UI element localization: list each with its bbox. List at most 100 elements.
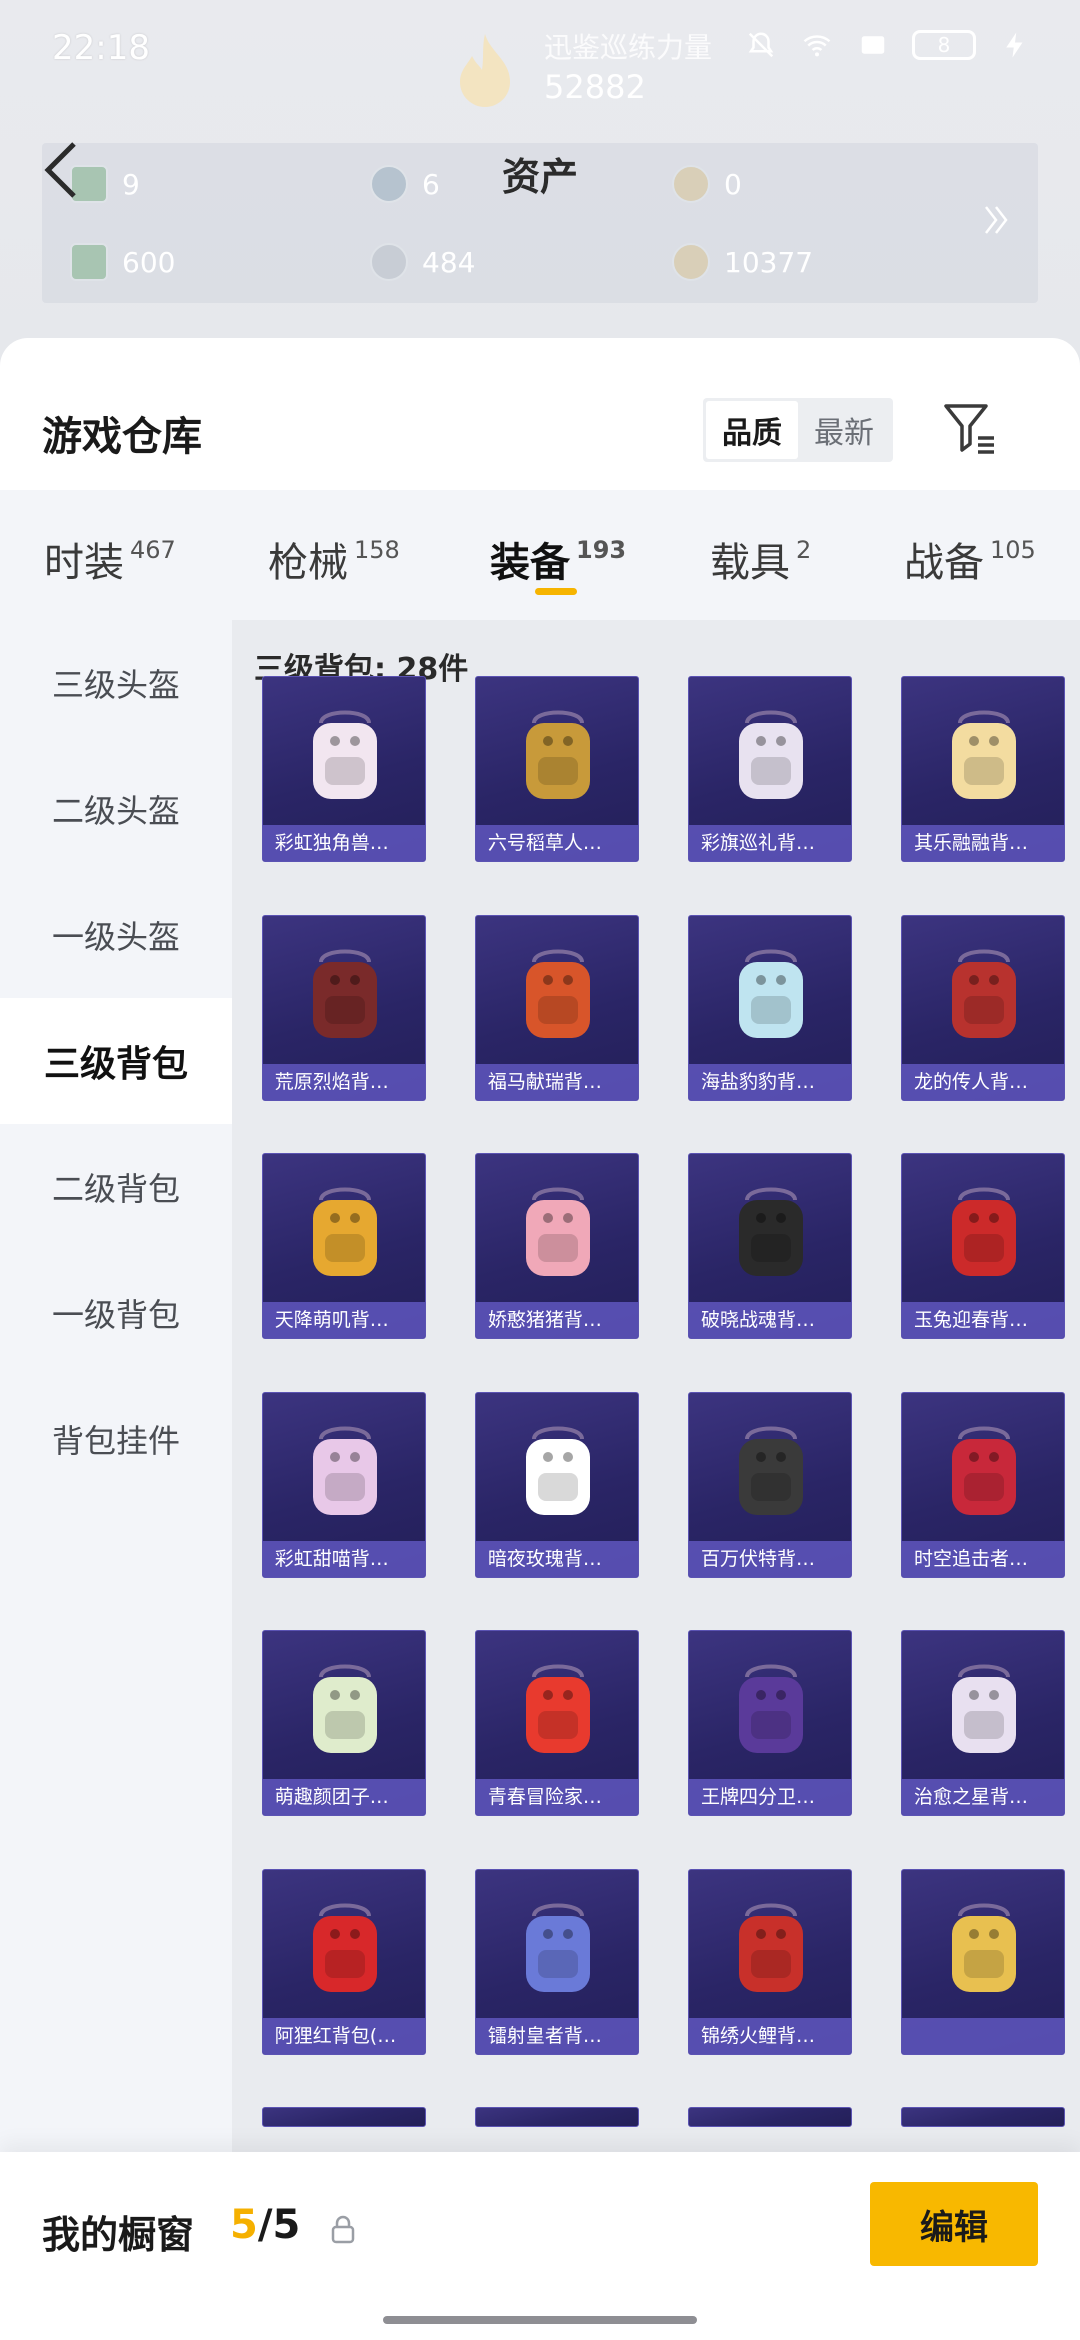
- sidebar-item-level2-backpack[interactable]: 二级背包: [0, 1124, 232, 1250]
- backpack-name: 天降萌叽背…: [262, 1302, 425, 1338]
- asset-item: 600: [70, 243, 175, 281]
- backpack-card[interactable]: 六号稻草人…: [474, 676, 639, 862]
- sidebar-item-level3-helmet[interactable]: 三级头盔: [0, 620, 232, 746]
- backpack-card[interactable]: 彩虹甜喵背…: [261, 1391, 426, 1578]
- mute-icon: [748, 32, 774, 58]
- backpack-image: [312, 1903, 377, 1992]
- sidebar-item-level3-backpack[interactable]: 三级背包: [0, 998, 232, 1124]
- backpack-card[interactable]: 王牌四分卫…: [687, 1630, 852, 1816]
- backpack-card[interactable]: [261, 2107, 426, 2127]
- backpack-image: [952, 1426, 1016, 1515]
- backpack-image: [738, 949, 803, 1038]
- tab-label: 载具: [710, 540, 790, 586]
- filter-icon[interactable]: [940, 398, 1000, 458]
- backpack-name: 其乐融融背…: [902, 825, 1064, 861]
- backpack-image: [952, 1187, 1016, 1276]
- asset-value: 600: [122, 245, 176, 279]
- backpack-card[interactable]: [474, 2107, 639, 2127]
- active-tab-indicator: [535, 588, 577, 595]
- backpack-card[interactable]: 镭射皇者背…: [474, 1868, 639, 2055]
- warehouse-sheet: 游戏仓库 品质 最新 时装 467 枪械 158 装备 193 载具 2 战备 105 三…: [0, 338, 1080, 2340]
- backpack-card[interactable]: 破晓战魂背…: [687, 1153, 852, 1339]
- backpack-card[interactable]: 海盐豹豹背…: [687, 914, 852, 1101]
- sidebar-item-level2-helmet[interactable]: 二级头盔: [0, 746, 232, 872]
- backpack-image: [952, 1903, 1016, 1992]
- sort-toggle: 品质 最新: [703, 398, 893, 462]
- charging-icon: [1006, 32, 1023, 58]
- backpack-name: 彩虹独角兽…: [262, 825, 425, 861]
- asset-value: 484: [422, 245, 476, 279]
- showcase-current: 5: [230, 2202, 258, 2248]
- backpack-image: [738, 1664, 803, 1753]
- backpack-name: 彩虹甜喵背…: [262, 1540, 425, 1577]
- backpack-name: 锦绣火鲤背…: [688, 2017, 851, 2054]
- backpack-card[interactable]: [687, 2107, 852, 2127]
- page-title: 资产: [501, 155, 578, 199]
- backpack-name: 王牌四分卫…: [688, 1779, 851, 1815]
- backpack-card[interactable]: 彩旗巡礼背…: [687, 676, 852, 862]
- home-indicator[interactable]: [383, 2316, 697, 2324]
- sort-quality-button[interactable]: 品质: [706, 401, 798, 459]
- coin-icon: [672, 243, 710, 281]
- edit-button[interactable]: 编辑: [870, 2182, 1038, 2266]
- backpack-card[interactable]: 龙的传人背…: [901, 914, 1065, 1101]
- event-score-value: 52882: [544, 68, 646, 106]
- category-tabs: 时装 467 枪械 158 装备 193 载具 2 战备 105: [0, 490, 1080, 620]
- backpack-image: [525, 1187, 590, 1276]
- tab-equipment[interactable]: 装备 193: [490, 530, 626, 588]
- backpack-image: [312, 1187, 377, 1276]
- backpack-card[interactable]: 福马献瑞背…: [474, 914, 639, 1101]
- backpack-card[interactable]: 天降萌叽背…: [261, 1153, 426, 1339]
- backpack-card[interactable]: 玉兔迎春背…: [901, 1153, 1065, 1339]
- backpack-card[interactable]: 娇憨猪猪背…: [474, 1153, 639, 1339]
- backpack-card[interactable]: [901, 2107, 1065, 2127]
- tab-firearms[interactable]: 枪械 158: [268, 530, 400, 588]
- backpack-name: 萌趣颜团子…: [262, 1779, 425, 1815]
- status-bar: 22:18 8: [0, 0, 1080, 90]
- backpack-name: 六号稻草人…: [475, 825, 638, 861]
- backpack-name: 百万伏特背…: [688, 1540, 851, 1577]
- backpack-card[interactable]: 青春冒险家…: [474, 1630, 639, 1816]
- backpack-name: 青春冒险家…: [475, 1779, 638, 1815]
- backpack-name: 彩旗巡礼背…: [688, 825, 851, 861]
- backpack-card[interactable]: 治愈之星背…: [901, 1630, 1065, 1816]
- battery-indicator: 8: [912, 30, 976, 60]
- backpack-name: 镭射皇者背…: [475, 2017, 638, 2054]
- tab-gear[interactable]: 战备 105: [904, 530, 1036, 588]
- backpack-card[interactable]: 荒原烈焰背…: [261, 914, 426, 1101]
- status-time: 22:18: [52, 28, 150, 68]
- backpack-card[interactable]: [901, 1868, 1065, 2055]
- tab-label: 时装: [44, 540, 124, 586]
- sort-latest-button[interactable]: 最新: [798, 401, 890, 459]
- backpack-card[interactable]: 百万伏特背…: [687, 1391, 852, 1578]
- backpack-name: 暗夜玫瑰背…: [475, 1540, 638, 1577]
- backpack-image: [312, 1426, 377, 1515]
- tab-vehicles[interactable]: 载具 2: [710, 530, 811, 588]
- sidebar: 三级头盔 二级头盔 一级头盔 三级背包 二级背包 一级背包 背包挂件: [0, 620, 232, 2340]
- showcase-count: 5/5: [230, 2202, 300, 2248]
- backpack-name: 福马献瑞背…: [475, 1063, 638, 1100]
- tab-label: 装备: [490, 540, 570, 586]
- backpack-name: 娇憨猪猪背…: [475, 1302, 638, 1338]
- backpack-card[interactable]: 锦绣火鲤背…: [687, 1868, 852, 2055]
- tab-count: 2: [796, 536, 812, 564]
- tab-outfits[interactable]: 时装 467: [44, 530, 176, 588]
- warehouse-title: 游戏仓库: [42, 414, 202, 460]
- backpack-name: 阿狸红背包(…: [262, 2017, 425, 2054]
- backpack-card[interactable]: 暗夜玫瑰背…: [474, 1391, 639, 1578]
- backpack-card[interactable]: 时空追击者…: [901, 1391, 1065, 1578]
- wifi-icon: [803, 35, 831, 57]
- backpack-card[interactable]: 其乐融融背…: [901, 676, 1065, 862]
- backpack-card[interactable]: 阿狸红背包(…: [261, 1868, 426, 2055]
- backpack-card[interactable]: 彩虹独角兽…: [261, 676, 426, 862]
- asset-item: 484: [370, 243, 475, 281]
- sidebar-item-level1-backpack[interactable]: 一级背包: [0, 1250, 232, 1376]
- tab-count: 193: [576, 536, 627, 564]
- sidebar-item-level1-helmet[interactable]: 一级头盔: [0, 872, 232, 998]
- sidebar-item-backpack-charm[interactable]: 背包挂件: [0, 1376, 232, 1502]
- chevron-right-icon[interactable]: [982, 203, 1010, 237]
- backpack-image: [952, 949, 1016, 1038]
- backpack-card[interactable]: 萌趣颜团子…: [261, 1630, 426, 1816]
- backpack-name: [902, 2017, 1064, 2054]
- item-grid: 三级背包: 28件 彩虹独角兽… 六号稻草人… 彩旗巡礼背… 其乐融融背… 荒原烈焰背……: [232, 620, 1080, 2340]
